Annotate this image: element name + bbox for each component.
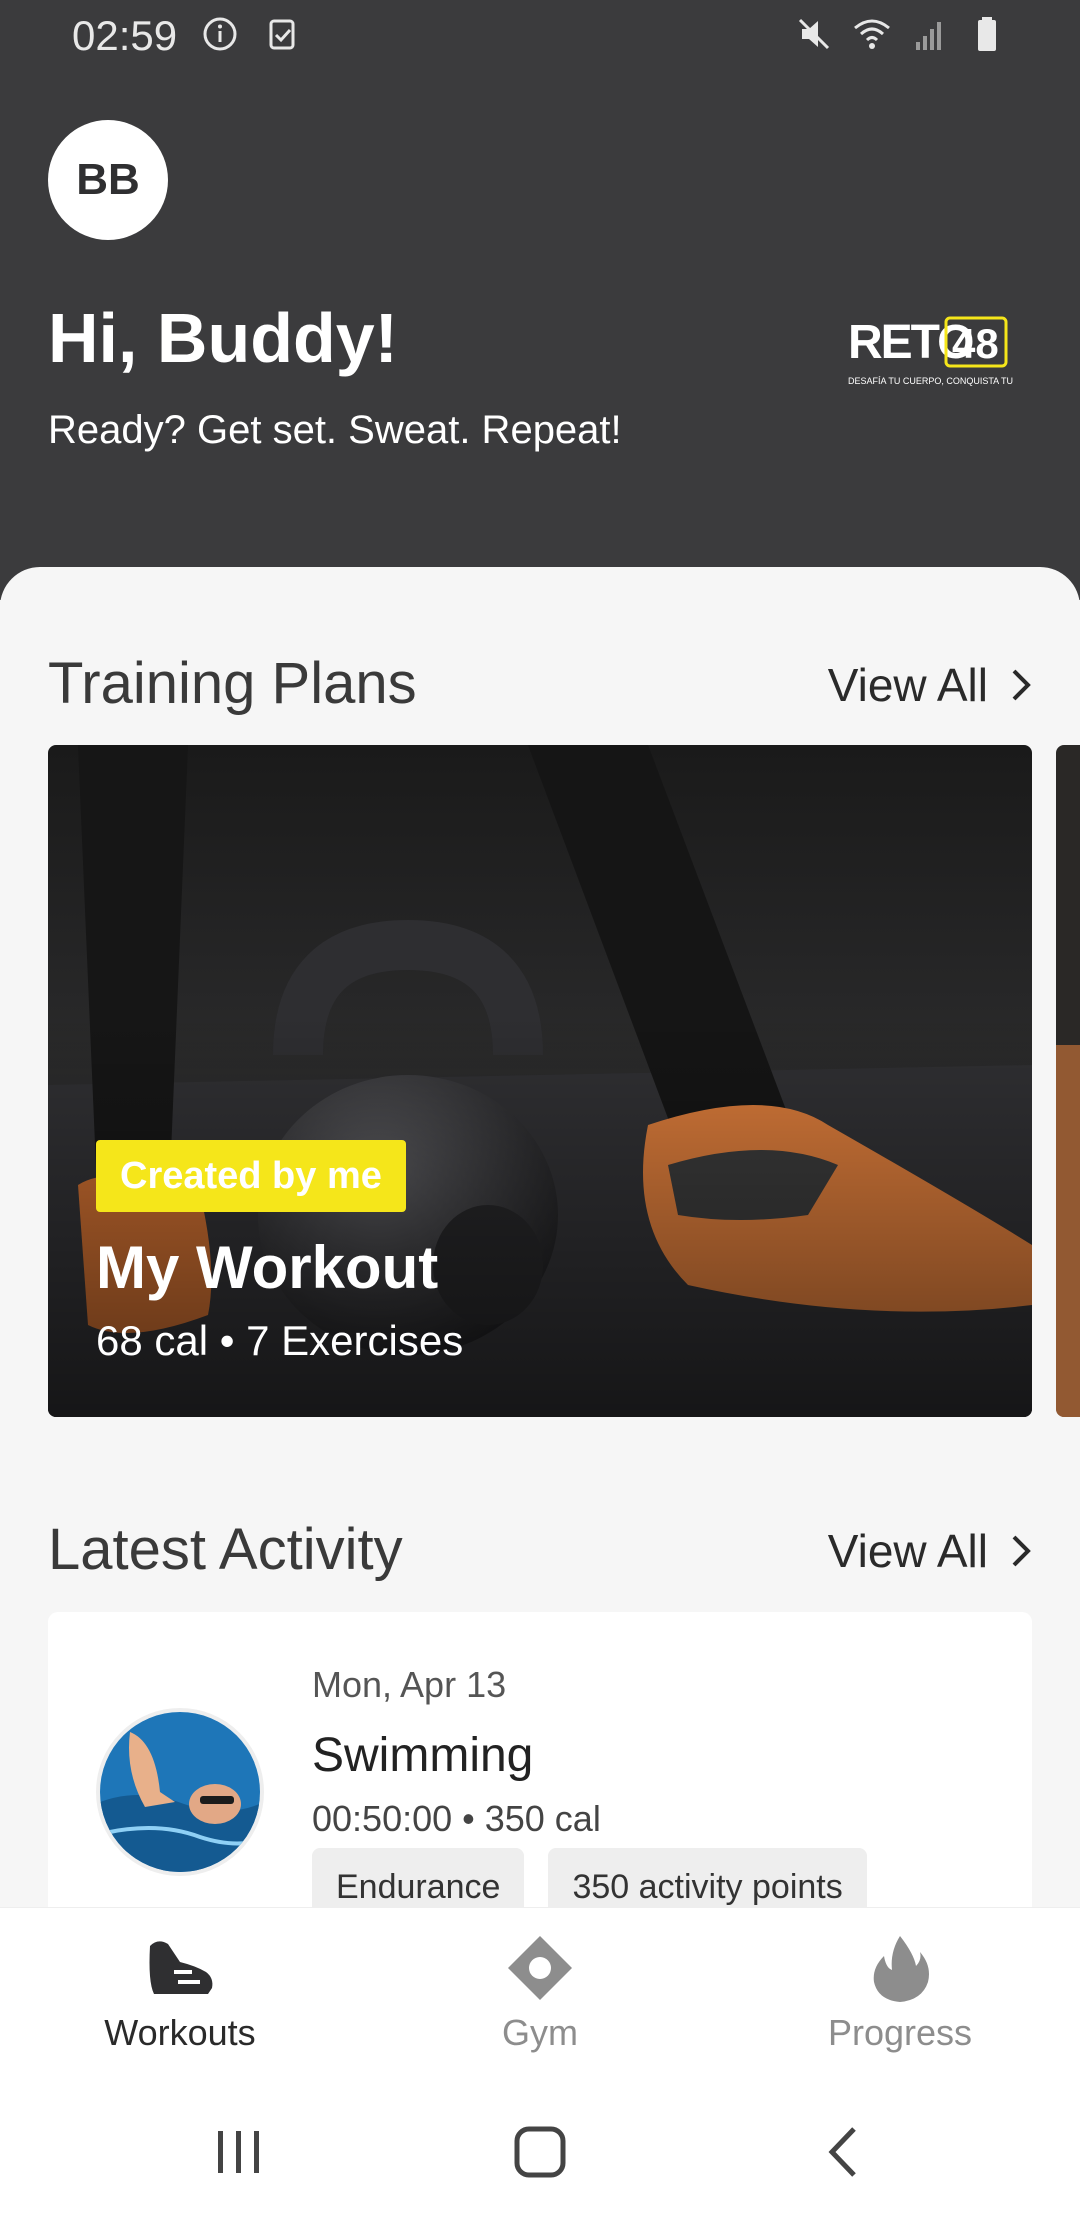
reto48-logo: RETO 48 DESAFÍA TU CUERPO, CONQUISTA TU …: [848, 316, 1016, 386]
svg-text:DESAFÍA TU CUERPO, CONQUISTA T: DESAFÍA TU CUERPO, CONQUISTA TU MENTE: [848, 376, 1016, 386]
latest-activity-view-all-button[interactable]: View All: [828, 1524, 1036, 1578]
battery-icon: [978, 17, 996, 51]
shoe-icon: [149, 1941, 213, 1994]
activity-meta: 00:50:00 • 350 cal: [312, 1798, 601, 1839]
created-by-me-badge: Created by me: [96, 1140, 406, 1212]
training-plan-card[interactable]: Created by me My Workout 68 cal • 7 Exer…: [48, 745, 1032, 1417]
back-icon[interactable]: [810, 2117, 880, 2187]
greeting-subtitle: Ready? Get set. Sweat. Repeat!: [48, 408, 622, 452]
nav-item-workouts[interactable]: Workouts: [50, 1932, 310, 2054]
system-navigation-bar: [0, 2077, 1080, 2220]
training-plans-title: Training Plans: [48, 651, 417, 716]
activity-date: Mon, Apr 13: [312, 1664, 507, 1705]
recent-apps-icon[interactable]: [204, 2117, 274, 2187]
next-plan-card-peek[interactable]: [1056, 745, 1080, 1417]
svg-text:48: 48: [952, 320, 999, 367]
chevron-right-icon: [1012, 669, 1031, 701]
location-pin-icon: [508, 1936, 572, 2000]
plan-meta: 68 cal • 7 Exercises: [96, 1317, 464, 1364]
view-all-label: View All: [827, 659, 988, 711]
greeting-title: Hi, Buddy!: [48, 299, 398, 377]
activity-title: Swimming: [312, 1729, 534, 1782]
info-icon: [203, 17, 237, 51]
status-bar: 02:59: [0, 0, 1080, 72]
avatar[interactable]: BB: [48, 120, 168, 240]
wifi-icon: [854, 19, 890, 49]
signal-icon: [916, 22, 941, 50]
nav-label-workouts: Workouts: [104, 2012, 256, 2053]
swimming-image: [96, 1708, 264, 1876]
nav-item-progress[interactable]: Progress: [770, 1932, 1030, 2054]
header: 02:59 BB Hi, Buddy! Ready? Get set. Swea…: [0, 0, 1080, 600]
nav-label-progress: Progress: [827, 2012, 973, 2053]
nav-item-gym[interactable]: Gym: [410, 1932, 670, 2054]
chevron-right-icon: [1012, 1535, 1031, 1567]
status-time: 02:59: [72, 12, 178, 59]
home-icon[interactable]: [505, 2117, 575, 2187]
view-all-label: View All: [827, 1525, 988, 1577]
training-plans-view-all-button[interactable]: View All: [828, 658, 1036, 712]
bottom-navigation: Workouts Gym Progress: [0, 1907, 1080, 2077]
latest-activity-title: Latest Activity: [48, 1517, 403, 1582]
clipboard-check-icon: [269, 19, 295, 50]
mute-icon: [798, 18, 830, 50]
activity-card[interactable]: Mon, Apr 13 Swimming 00:50:00 • 350 cal …: [48, 1612, 1032, 1942]
nav-label-gym: Gym: [502, 2012, 578, 2053]
plan-title: My Workout: [96, 1234, 439, 1301]
flame-icon: [873, 1936, 929, 2002]
